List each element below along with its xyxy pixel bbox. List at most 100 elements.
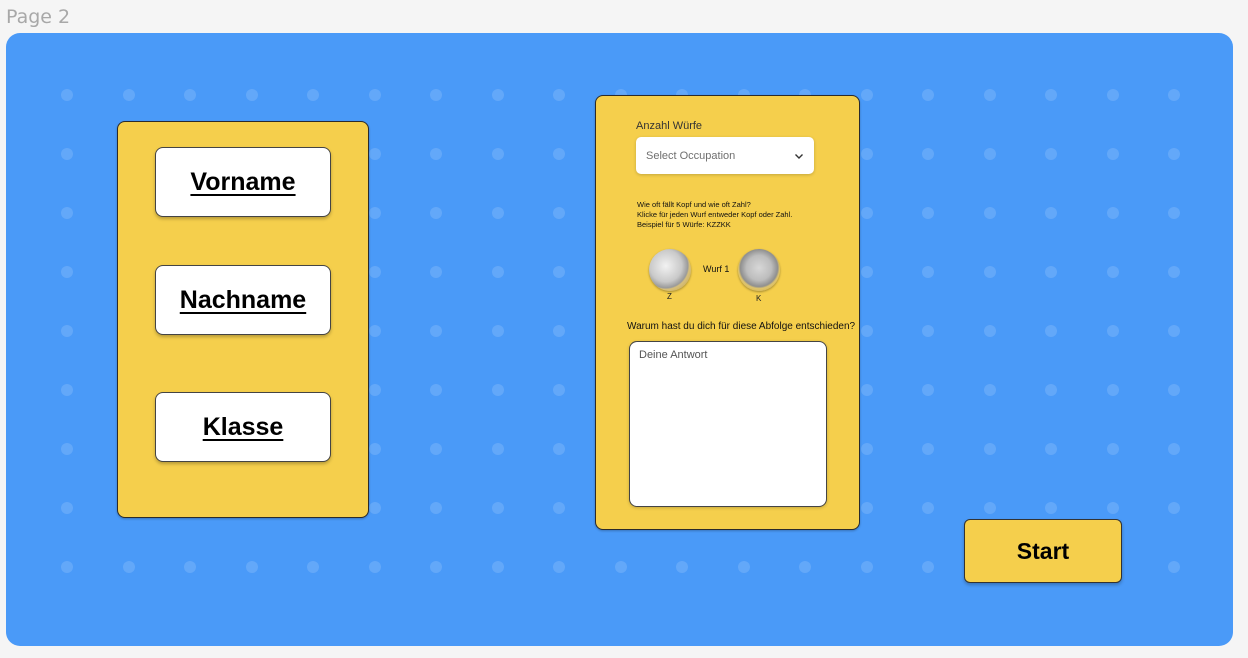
grid-dot xyxy=(1045,325,1057,337)
grid-dot xyxy=(922,89,934,101)
grid-dot xyxy=(368,325,381,337)
coin-tails-label: Z xyxy=(667,292,672,301)
grid-dot xyxy=(368,561,381,573)
page-label: Page 2 xyxy=(6,6,71,28)
coin-heads-label: K xyxy=(756,294,762,303)
grid-dot xyxy=(614,561,627,573)
grid-dot xyxy=(61,384,73,396)
grid-dot xyxy=(1045,443,1057,455)
class-button[interactable]: Klasse xyxy=(155,392,331,462)
grid-dot xyxy=(491,148,504,160)
grid-dot xyxy=(1168,148,1180,160)
grid-dot xyxy=(368,148,381,160)
grid-dot xyxy=(553,561,565,573)
grid-dot xyxy=(122,561,135,573)
canvas-board: Vorname Nachname Klasse Anzahl Würfe Sel… xyxy=(6,33,1233,646)
grid-dot xyxy=(860,443,873,455)
grid-dot xyxy=(737,561,750,573)
grid-dot xyxy=(553,325,565,337)
grid-dot xyxy=(553,384,565,396)
grid-dot xyxy=(430,207,442,219)
grid-dot xyxy=(491,266,504,278)
grid-dot xyxy=(430,384,442,396)
grid-dot xyxy=(491,443,504,455)
firstname-label: Vorname xyxy=(190,167,296,196)
grid-dot xyxy=(430,443,442,455)
grid-dot xyxy=(491,561,504,573)
grid-dot xyxy=(922,207,934,219)
grid-dot xyxy=(1106,266,1119,278)
grid-dot xyxy=(922,325,934,337)
grid-dot xyxy=(676,561,688,573)
grid-dot xyxy=(1045,266,1057,278)
start-button[interactable]: Start xyxy=(964,519,1122,583)
grid-dot xyxy=(860,89,873,101)
grid-dot xyxy=(368,89,381,101)
grid-dot xyxy=(922,561,934,573)
class-label: Klasse xyxy=(202,412,284,441)
grid-dot xyxy=(922,443,934,455)
grid-dot xyxy=(860,561,873,573)
grid-dot xyxy=(245,89,258,101)
grid-dot xyxy=(1168,384,1180,396)
grid-dot xyxy=(61,207,73,219)
coin-tails-icon[interactable] xyxy=(649,249,691,291)
grid-dot xyxy=(983,502,996,514)
coin-heads-icon[interactable] xyxy=(738,249,780,291)
grid-dot xyxy=(983,148,996,160)
grid-dot xyxy=(1045,207,1057,219)
grid-dot xyxy=(1106,502,1119,514)
grid-dot xyxy=(983,325,996,337)
firstname-button[interactable]: Vorname xyxy=(155,147,331,217)
grid-dot xyxy=(860,325,873,337)
count-label: Anzahl Würfe xyxy=(636,120,703,132)
coin-toss-card: Anzahl Würfe Select Occupation Wie oft f… xyxy=(595,95,860,530)
grid-dot xyxy=(184,89,196,101)
grid-dot xyxy=(430,561,442,573)
grid-dot xyxy=(245,561,258,573)
grid-dot xyxy=(1106,443,1119,455)
grid-dot xyxy=(860,148,873,160)
grid-dot xyxy=(61,443,73,455)
grid-dot xyxy=(1168,443,1180,455)
answer-textarea[interactable]: Deine Antwort xyxy=(629,341,827,507)
throw-label: Wurf 1 xyxy=(703,264,730,274)
grid-dot xyxy=(368,207,381,219)
grid-dot xyxy=(983,207,996,219)
count-select[interactable]: Select Occupation xyxy=(636,137,814,174)
grid-dot xyxy=(430,502,442,514)
grid-dot xyxy=(491,502,504,514)
grid-dot xyxy=(1045,502,1057,514)
grid-dot xyxy=(61,89,73,101)
grid-dot xyxy=(61,561,73,573)
grid-dot xyxy=(491,89,504,101)
grid-dot xyxy=(491,325,504,337)
grid-dot xyxy=(1045,384,1057,396)
grid-dot xyxy=(860,384,873,396)
grid-dot xyxy=(368,266,381,278)
grid-dot xyxy=(799,561,811,573)
student-info-card: Vorname Nachname Klasse xyxy=(117,121,369,518)
grid-dot xyxy=(1045,148,1057,160)
grid-dot xyxy=(430,325,442,337)
grid-dot xyxy=(983,443,996,455)
grid-dot xyxy=(61,148,73,160)
instruction-line-1: Wie oft fällt Kopf und wie oft Zahl? xyxy=(637,200,751,209)
grid-dot xyxy=(922,502,934,514)
lastname-button[interactable]: Nachname xyxy=(155,265,331,335)
instruction-line-3: Beispiel für 5 Würfe: KZZKK xyxy=(637,220,731,229)
grid-dot xyxy=(122,89,135,101)
lastname-label: Nachname xyxy=(179,285,307,314)
grid-dot xyxy=(860,266,873,278)
grid-dot xyxy=(922,148,934,160)
instruction-line-2: Klicke für jeden Wurf entweder Kopf oder… xyxy=(637,210,793,219)
grid-dot xyxy=(1168,502,1180,514)
grid-dot xyxy=(553,502,565,514)
grid-dot xyxy=(1168,561,1180,573)
grid-dot xyxy=(1168,325,1180,337)
grid-dot xyxy=(1168,89,1180,101)
grid-dot xyxy=(430,89,442,101)
grid-dot xyxy=(983,266,996,278)
grid-dot xyxy=(553,148,565,160)
grid-dot xyxy=(368,502,381,514)
